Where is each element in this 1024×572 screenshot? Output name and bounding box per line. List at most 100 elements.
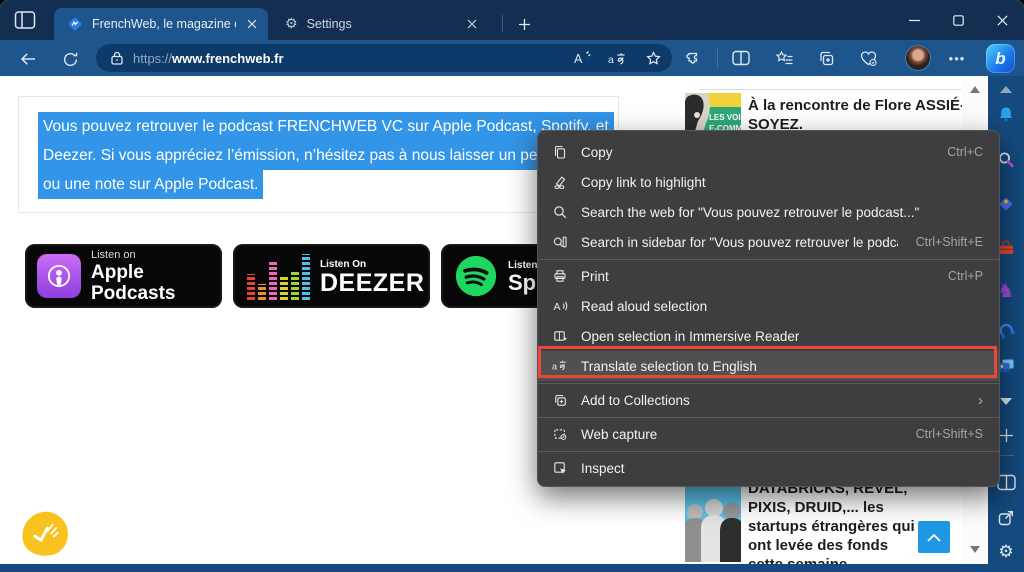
browser-window: FrenchWeb, le magazine de l'éco ⚙ Settin…	[0, 0, 1024, 572]
menu-item-label: Read aloud selection	[581, 299, 707, 314]
selected-line: Deezer. Si vous appréciez l’émission, n’…	[38, 141, 601, 170]
workspaces-icon[interactable]	[14, 10, 36, 30]
menu-item-shortcut: Ctrl+Shift+S	[898, 427, 983, 441]
address-bar[interactable]: https://www.frenchweb.fr A a	[96, 44, 672, 72]
menu-item-add-to-collections[interactable]: Add to Collections ›	[538, 385, 999, 415]
expand-more-icon[interactable]	[1000, 398, 1012, 405]
browser-essentials-icon[interactable]	[856, 46, 880, 70]
menu-item-label: Copy	[581, 145, 613, 160]
menu-separator	[538, 259, 999, 260]
bell-icon[interactable]	[996, 105, 1016, 125]
copy-icon	[552, 144, 568, 160]
right-column-divider	[700, 89, 962, 90]
maximize-icon[interactable]	[937, 5, 979, 35]
tab-title: FrenchWeb, le magazine de l'éco	[92, 17, 236, 31]
menu-item-translate-selection[interactable]: a Translate selection to English	[538, 351, 999, 381]
menu-item-web-capture[interactable]: Web capture Ctrl+Shift+S	[538, 419, 999, 449]
scroll-top-icon[interactable]	[918, 521, 950, 553]
menu-item-search-sidebar[interactable]: Search in sidebar for "Vous pouvez retro…	[538, 227, 999, 257]
submenu-chevron-icon: ›	[978, 392, 983, 409]
tab-close-icon[interactable]	[463, 15, 481, 33]
apple-podcasts-icon	[37, 254, 81, 298]
menu-item-search-web[interactable]: Search the web for "Vous pouvez retrouve…	[538, 197, 999, 227]
tab-close-icon[interactable]	[243, 15, 261, 33]
frenchweb-favicon	[67, 16, 83, 32]
svg-text:a: a	[608, 54, 614, 66]
svg-text:A: A	[554, 301, 561, 313]
scrollbar-up-icon[interactable]	[970, 86, 980, 93]
window-bottom-border	[0, 564, 1024, 572]
badge-line2: Podcasts	[91, 283, 175, 304]
context-menu: Copy Ctrl+C Copy link to highlight Searc…	[537, 130, 1000, 487]
inspect-icon	[552, 460, 568, 476]
badge-line1: Apple	[91, 262, 175, 283]
immersive-reader-icon	[552, 328, 568, 344]
menu-item-label: Copy link to highlight	[581, 175, 706, 190]
deezer-badge[interactable]: Listen On DEEZER	[233, 244, 430, 308]
collections-icon[interactable]	[814, 46, 838, 70]
search-icon	[552, 204, 568, 220]
menu-item-label: Search the web for "Vous pouvez retrouve…	[581, 205, 919, 220]
menu-separator	[538, 417, 999, 418]
svg-text:LES VOIX: LES VOIX	[709, 113, 741, 122]
scrollbar-down-icon[interactable]	[970, 546, 980, 553]
sidebar-divider	[998, 455, 1014, 456]
menu-item-shortcut: Ctrl+C	[929, 145, 983, 159]
favorites-bar-icon[interactable]	[772, 46, 796, 70]
sidebar-scroll-up-icon[interactable]	[1000, 86, 1012, 93]
menu-item-shortcut: Ctrl+P	[930, 269, 983, 283]
menu-item-label: Search in sidebar for "Vous pouvez retro…	[581, 235, 898, 250]
menu-item-print[interactable]: Print Ctrl+P	[538, 261, 999, 291]
selected-line: ou une note sur Apple Podcast.	[38, 170, 263, 199]
open-external-icon[interactable]	[996, 508, 1016, 528]
selected-line: Vous pouvez retrouver le podcast FRENCHW…	[38, 112, 614, 141]
menu-item-label: Web capture	[581, 427, 657, 442]
menu-item-read-aloud[interactable]: A Read aloud selection	[538, 291, 999, 321]
article-title[interactable]: À la rencontre de Flore ASSIÉ-SOYEZ.	[748, 96, 966, 134]
menu-separator	[538, 383, 999, 384]
more-menu-icon[interactable]: •••	[944, 46, 970, 70]
menu-item-label: Print	[581, 269, 609, 284]
refresh-icon[interactable]	[58, 47, 82, 71]
bing-letter: b	[995, 49, 1005, 69]
spotify-icon	[453, 253, 499, 299]
svg-text:a: a	[552, 362, 557, 372]
svg-text:A: A	[574, 52, 583, 66]
sidebar-settings-icon[interactable]: ⚙	[996, 542, 1016, 562]
web-capture-icon	[552, 426, 568, 442]
minimize-icon[interactable]	[893, 5, 935, 35]
apple-podcasts-badge[interactable]: Listen on Apple Podcasts	[25, 244, 222, 308]
badge-listen-on: Listen on	[91, 249, 175, 262]
print-icon	[552, 268, 568, 284]
menu-item-copy[interactable]: Copy Ctrl+C	[538, 137, 999, 167]
back-icon[interactable]	[16, 47, 40, 71]
profile-avatar[interactable]	[905, 45, 931, 71]
translate-icon[interactable]: a	[608, 51, 629, 66]
selected-paragraph-container: Vous pouvez retrouver le podcast FRENCHW…	[18, 96, 619, 213]
read-aloud-icon[interactable]: A	[573, 50, 592, 66]
tab-title: Settings	[307, 17, 456, 31]
settings-gear-icon: ⚙	[285, 17, 298, 31]
new-tab-icon[interactable]	[512, 12, 536, 36]
split-screen-icon[interactable]	[729, 46, 753, 70]
bing-icon[interactable]: b	[986, 44, 1015, 73]
add-collections-icon	[552, 392, 568, 408]
article-thumbnail[interactable]	[685, 478, 741, 562]
menu-item-label: Add to Collections	[581, 393, 690, 408]
lock-icon[interactable]	[111, 51, 123, 65]
extensions-icon[interactable]	[681, 46, 705, 70]
menu-item-immersive-reader[interactable]: Open selection in Immersive Reader	[538, 321, 999, 351]
tab-settings[interactable]: ⚙ Settings	[272, 8, 488, 40]
badge-name: DEEZER	[320, 271, 424, 295]
close-icon[interactable]	[981, 5, 1023, 35]
menu-item-label: Inspect	[581, 461, 625, 476]
selected-text[interactable]: Vous pouvez retrouver le podcast FRENCHW…	[38, 112, 614, 199]
menu-item-copy-link-to-highlight[interactable]: Copy link to highlight	[538, 167, 999, 197]
read-aloud-icon: A	[552, 298, 568, 314]
favorite-star-icon[interactable]	[645, 50, 662, 67]
article-title[interactable]: DATABRICKS, REVEL, PIXIS, DRUID,... les …	[748, 479, 926, 572]
url-protocol: https://	[133, 51, 172, 66]
tab-frenchweb[interactable]: FrenchWeb, le magazine de l'éco	[54, 8, 268, 40]
search-sidebar-icon	[552, 234, 568, 250]
menu-item-inspect[interactable]: Inspect	[538, 453, 999, 483]
